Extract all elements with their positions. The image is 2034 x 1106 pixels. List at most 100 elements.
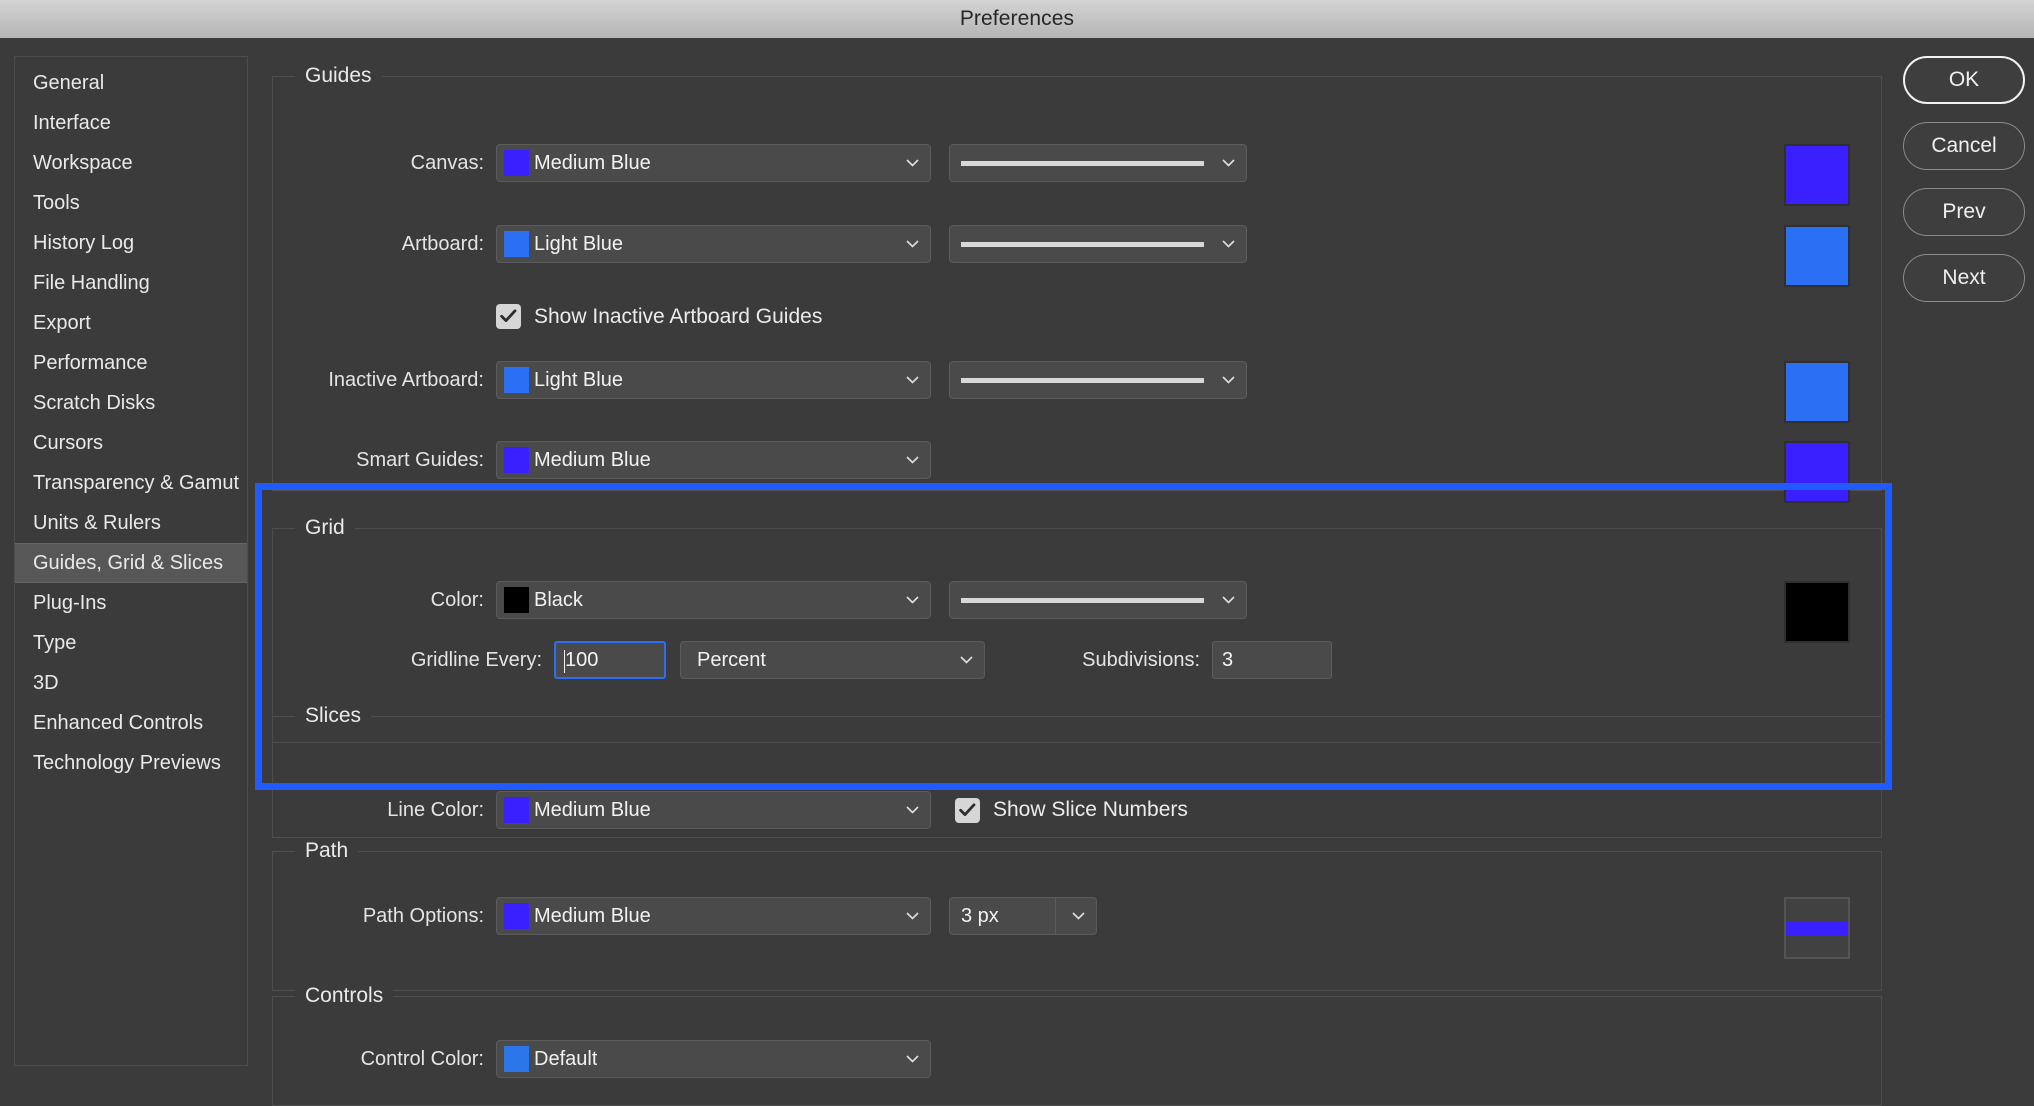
chevron-down-icon	[1222, 376, 1235, 384]
sidebar-item-interface[interactable]: Interface	[15, 103, 247, 143]
grid-gridline-every-row: Gridline Every: 100 Percent Subdivisions…	[262, 641, 1882, 679]
guides-artboard-color-select[interactable]: Light Blue	[496, 225, 931, 263]
chevron-down-icon	[906, 806, 919, 814]
slices-line-color-row: Line Color: Medium Blue Show Slice Numbe…	[262, 791, 1882, 829]
path-options-color-value: Medium Blue	[534, 905, 651, 928]
light-blue-swatch-icon	[504, 367, 529, 393]
slices-line-color-value: Medium Blue	[534, 799, 651, 822]
guides-group: Guides	[272, 76, 1882, 491]
next-button[interactable]: Next	[1903, 254, 2025, 302]
control-color-select[interactable]: Default	[496, 1040, 931, 1078]
ok-button[interactable]: OK	[1903, 56, 2025, 104]
control-color-value: Default	[534, 1048, 597, 1071]
guides-artboard-color-value: Light Blue	[534, 233, 623, 256]
chevron-down-icon	[906, 1055, 919, 1063]
slices-line-color-label: Line Color:	[262, 799, 484, 822]
guides-artboard-row: Artboard: Light Blue	[262, 225, 1882, 263]
chevron-down-icon	[1222, 240, 1235, 248]
default-color-swatch-icon	[504, 1046, 529, 1072]
guides-inactive-artboard-label: Inactive Artboard:	[262, 369, 484, 392]
show-inactive-artboard-guides-row[interactable]: Show Inactive Artboard Guides	[496, 304, 822, 329]
chevron-down-icon	[906, 596, 919, 604]
sidebar-item-scratch-disks[interactable]: Scratch Disks	[15, 383, 247, 423]
sidebar-item-units-rulers[interactable]: Units & Rulers	[15, 503, 247, 543]
guides-canvas-style-select[interactable]	[949, 144, 1247, 182]
chevron-down-icon	[1222, 596, 1235, 604]
sidebar-item-transparency-gamut[interactable]: Transparency & Gamut	[15, 463, 247, 503]
guides-artboard-color-preview	[1784, 225, 1850, 287]
grid-style-select[interactable]	[949, 581, 1247, 619]
path-preview-stripe	[1786, 922, 1848, 935]
chevron-down-icon	[906, 376, 919, 384]
guides-group-title: Guides	[295, 64, 382, 88]
guides-inactive-artboard-color-select[interactable]: Light Blue	[496, 361, 931, 399]
light-blue-swatch-icon	[504, 231, 529, 257]
sidebar-item-3d[interactable]: 3D	[15, 663, 247, 703]
guides-canvas-label: Canvas:	[262, 152, 484, 175]
black-swatch-icon	[504, 587, 529, 613]
grid-color-preview	[1784, 581, 1850, 643]
controls-group-title: Controls	[295, 984, 393, 1008]
gridline-unit-select[interactable]: Percent	[680, 641, 985, 679]
sidebar-item-plug-ins[interactable]: Plug-Ins	[15, 583, 247, 623]
path-width-select[interactable]: 3 px	[949, 897, 1097, 935]
sidebar-item-history-log[interactable]: History Log	[15, 223, 247, 263]
sidebar-item-tools[interactable]: Tools	[15, 183, 247, 223]
gridline-every-input[interactable]: 100	[554, 641, 666, 679]
prev-button[interactable]: Prev	[1903, 188, 2025, 236]
medium-blue-swatch-icon	[504, 903, 529, 929]
medium-blue-swatch-icon	[504, 447, 529, 473]
show-inactive-artboard-guides-label: Show Inactive Artboard Guides	[534, 305, 822, 329]
guides-smart-guides-color-value: Medium Blue	[534, 449, 651, 472]
chevron-down-icon	[906, 912, 919, 920]
sidebar-item-file-handling[interactable]: File Handling	[15, 263, 247, 303]
grid-group: Grid	[272, 528, 1882, 743]
subdivisions-label: Subdivisions:	[1015, 649, 1200, 672]
medium-blue-swatch-icon	[504, 797, 529, 823]
path-options-label: Path Options:	[262, 905, 484, 928]
guides-smart-guides-color-preview	[1784, 441, 1850, 503]
path-color-preview	[1784, 897, 1850, 959]
sidebar-item-general[interactable]: General	[15, 63, 247, 103]
grid-color-value: Black	[534, 589, 583, 612]
sidebar-item-export[interactable]: Export	[15, 303, 247, 343]
gridline-every-value: 100	[565, 649, 598, 672]
subdivisions-value: 3	[1222, 649, 1233, 672]
guides-inactive-artboard-color-value: Light Blue	[534, 369, 623, 392]
chevron-down-icon	[960, 656, 973, 664]
sidebar-item-type[interactable]: Type	[15, 623, 247, 663]
grid-color-select[interactable]: Black	[496, 581, 931, 619]
checkmark-icon	[500, 309, 517, 324]
preferences-category-list[interactable]: General Interface Workspace Tools Histor…	[14, 56, 248, 1066]
grid-color-label: Color:	[262, 589, 484, 612]
chevron-down-icon	[1072, 912, 1085, 920]
solid-line-icon	[961, 598, 1204, 603]
show-inactive-artboard-guides-checkbox[interactable]	[496, 304, 521, 329]
gridline-unit-value: Percent	[697, 649, 766, 672]
path-options-color-select[interactable]: Medium Blue	[496, 897, 931, 935]
control-color-row: Control Color: Default	[262, 1040, 1882, 1078]
slices-line-color-select[interactable]: Medium Blue	[496, 791, 931, 829]
path-group-title: Path	[295, 839, 358, 863]
sidebar-item-workspace[interactable]: Workspace	[15, 143, 247, 183]
sidebar-item-enhanced-controls[interactable]: Enhanced Controls	[15, 703, 247, 743]
sidebar-item-cursors[interactable]: Cursors	[15, 423, 247, 463]
show-slice-numbers-checkbox[interactable]	[955, 798, 980, 823]
guides-artboard-style-select[interactable]	[949, 225, 1247, 263]
guides-canvas-color-select[interactable]: Medium Blue	[496, 144, 931, 182]
slices-group-title: Slices	[295, 704, 371, 728]
window-title-bar: Preferences	[0, 0, 2034, 39]
grid-group-title: Grid	[295, 516, 355, 540]
sidebar-item-technology-previews[interactable]: Technology Previews	[15, 743, 247, 783]
guides-canvas-row: Canvas: Medium Blue	[262, 144, 1882, 182]
control-color-label: Control Color:	[262, 1048, 484, 1071]
subdivisions-input[interactable]: 3	[1212, 641, 1332, 679]
guides-inactive-artboard-style-select[interactable]	[949, 361, 1247, 399]
sidebar-item-performance[interactable]: Performance	[15, 343, 247, 383]
guides-smart-guides-color-select[interactable]: Medium Blue	[496, 441, 931, 479]
gridline-every-label: Gridline Every:	[262, 649, 542, 672]
guides-artboard-label: Artboard:	[262, 233, 484, 256]
guides-inactive-artboard-color-preview	[1784, 361, 1850, 423]
cancel-button[interactable]: Cancel	[1903, 122, 2025, 170]
sidebar-item-guides-grid-slices[interactable]: Guides, Grid & Slices	[15, 543, 247, 583]
